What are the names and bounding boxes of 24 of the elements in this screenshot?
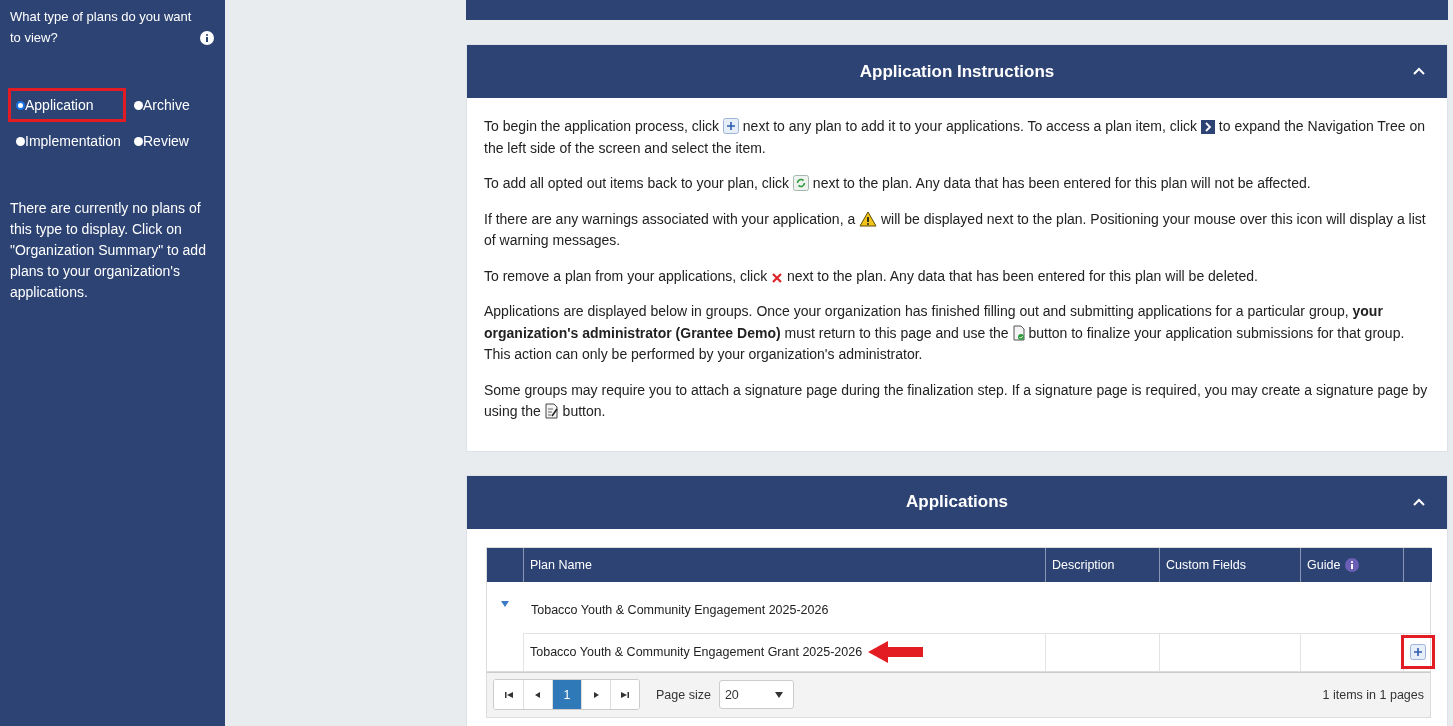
instruction-paragraph: To remove a plan from your applications, click next to the plan. Any data that has been entered for this plan will be deleted. [484,266,1259,286]
page-button[interactable]: 1 [552,680,581,709]
instruction-paragraph: To begin the application process, click next to any plan to add it to your applications. To access a plan item, click to expand the Navigation Tree on the left side of the screen and select the item. [484,117,1427,158]
table-cell: Tobacco Youth & Community Engagement Grant 2025-2026 [523,632,1045,671]
radio-option[interactable]: Review [126,124,206,158]
column-header[interactable]: Description [1045,547,1159,582]
radio-option[interactable]: Application [8,88,126,122]
panel-title: Applications [906,492,1008,512]
question-text: What type of plans do you want to view? [10,8,193,47]
page-size-dropdown[interactable]: 20 [718,680,794,709]
instruction-paragraph: Applications are displayed below in groups. Once your organization has finished filling out and submitting applications for a particular group, your organization's administrator (Grantee Demo) must return to this page and use the button to finalize your application submissions for that group. This action can only be performed by your organization's administrator. [484,302,1406,364]
column-header[interactable]: Custom Fields [1159,547,1300,582]
instruction-paragraph: If there are any warnings associated with your application, a will be displayed next to the plan. Positioning your mouse over this icon will display a list of warning messages. [484,209,1427,250]
page-size-label: Page size [656,687,711,702]
column-header[interactable]: Guide [1300,547,1403,582]
radio-option[interactable]: Implementation [8,124,126,158]
instruction-paragraph: To add all opted out items back to your plan, click next to the plan. Any data that has been entered for this plan will not be affected. [484,174,1312,193]
panel-title: Application Instructions [859,61,1055,82]
pager-summary: 1 items in 1 pages [1322,687,1424,702]
group-name: Tobacco Youth & Community Engagement 2025-2026 [531,603,829,617]
radio-option[interactable]: Archive [126,88,206,122]
instruction-paragraph: Some groups may require you to attach a signature page during the finalization step. If a signature page is required, you may create a signature page by using the button. [484,380,1429,421]
empty-message: There are currently no plans of this type to display. Click on "Organization Summary" to add plans to your organization's applications. [10,199,207,302]
column-header[interactable]: Plan Name [523,547,1045,582]
